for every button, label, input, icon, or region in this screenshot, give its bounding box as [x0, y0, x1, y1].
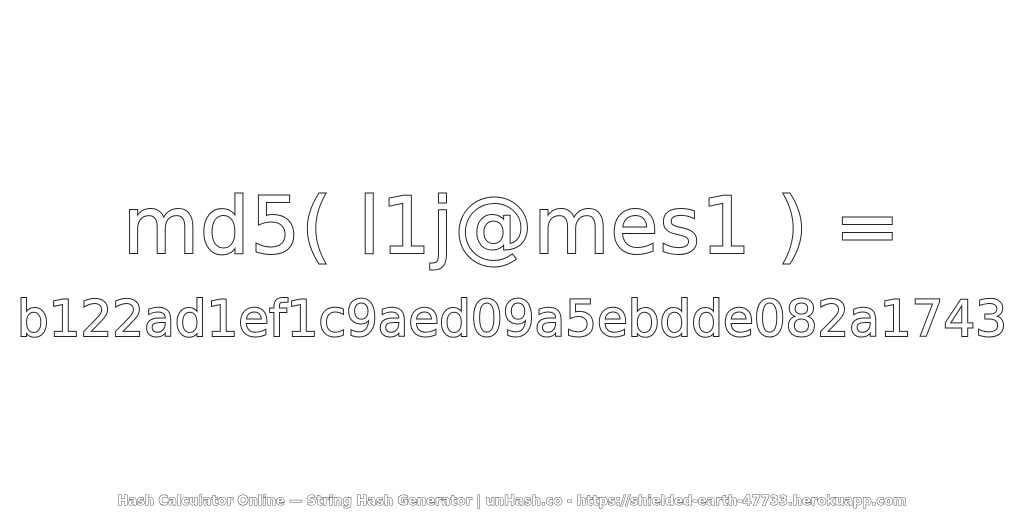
- md5-expression: md5( l1j@mes1 ) =: [122, 181, 901, 273]
- md5-hash-value: b122ad1ef1c9aed09a5ebdde082a1743: [16, 289, 1008, 349]
- footer-credit: Hash Calculator Online — String Hash Gen…: [117, 494, 907, 510]
- hash-image: md5( l1j@mes1 ) = b122ad1ef1c9aed09a5ebd…: [0, 0, 1024, 512]
